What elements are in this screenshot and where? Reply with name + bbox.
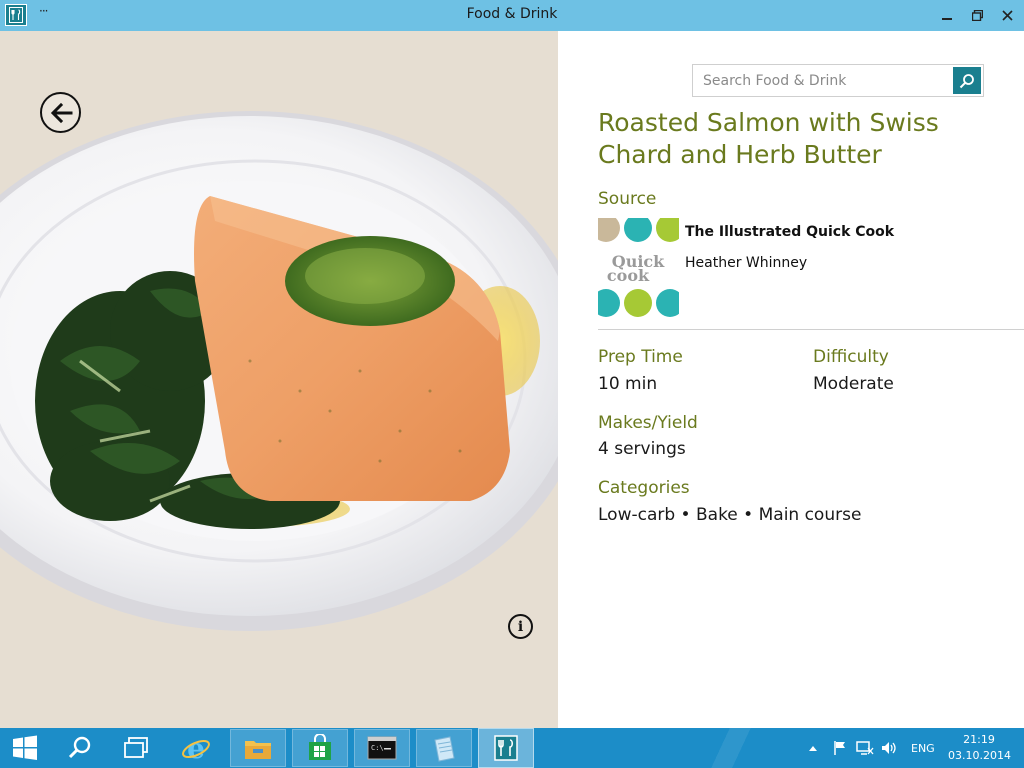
close-icon bbox=[1001, 9, 1013, 21]
categories-label: Categories bbox=[598, 478, 690, 498]
cover-title-line2: cook bbox=[607, 266, 650, 285]
yield-value: 4 servings bbox=[598, 439, 686, 459]
file-explorer-button[interactable] bbox=[230, 729, 286, 767]
source-author: Heather Whinney bbox=[685, 255, 808, 271]
title-bar: ··· Food & Drink bbox=[0, 0, 1024, 31]
file-explorer-icon bbox=[245, 741, 271, 759]
chevron-up-icon bbox=[809, 746, 817, 751]
yield-label: Makes/Yield bbox=[598, 413, 698, 433]
recipe-details-panel: Roasted Salmon with Swiss Chard and Herb… bbox=[558, 31, 1024, 728]
volume-button[interactable] bbox=[880, 728, 898, 768]
close-button[interactable] bbox=[998, 6, 1016, 24]
food-drink-taskbar-button[interactable] bbox=[478, 728, 534, 768]
task-view-button[interactable] bbox=[108, 728, 164, 768]
flag-icon bbox=[834, 741, 845, 755]
book-cover-art: Quick cook bbox=[598, 218, 679, 317]
food-and-drink-icon bbox=[494, 735, 518, 761]
svg-text:C:\: C:\ bbox=[371, 744, 384, 752]
clock-time: 21:19 bbox=[963, 733, 995, 746]
start-icon bbox=[13, 735, 37, 760]
internet-explorer-icon: e bbox=[182, 733, 210, 763]
back-arrow-icon bbox=[50, 102, 72, 123]
recipe-title: Roasted Salmon with Swiss Chard and Herb… bbox=[598, 108, 939, 169]
taskbar-search-button[interactable] bbox=[52, 728, 108, 768]
restore-button[interactable] bbox=[968, 6, 986, 24]
store-button[interactable] bbox=[292, 729, 348, 767]
action-center-button[interactable] bbox=[832, 728, 848, 768]
speaker-icon bbox=[882, 742, 896, 754]
window-title: Food & Drink bbox=[466, 6, 558, 22]
clock[interactable]: 21:19 03.10.2014 bbox=[948, 732, 1011, 764]
search-button[interactable] bbox=[953, 67, 981, 94]
network-button[interactable] bbox=[856, 728, 874, 768]
categories-value: Low-carb • Bake • Main course bbox=[598, 505, 862, 525]
notepad-button[interactable] bbox=[416, 729, 472, 767]
input-language-indicator[interactable]: ENG bbox=[911, 728, 935, 768]
clock-date: 03.10.2014 bbox=[948, 749, 1011, 762]
taskbar: e C:\ ENG 21:19 03.10.2014 bbox=[0, 728, 1024, 768]
recipe-photo: i bbox=[0, 31, 558, 728]
difficulty-value: Moderate bbox=[813, 374, 894, 394]
store-icon bbox=[309, 734, 331, 760]
show-hidden-icons-button[interactable] bbox=[808, 728, 818, 768]
prep-time-label: Prep Time bbox=[598, 347, 683, 367]
search-icon bbox=[959, 73, 974, 88]
source-label: Source bbox=[598, 189, 657, 209]
minimize-button[interactable] bbox=[938, 6, 956, 24]
back-button[interactable] bbox=[40, 92, 81, 133]
svg-text:e: e bbox=[187, 733, 205, 763]
search-input[interactable] bbox=[693, 65, 951, 96]
command-prompt-icon: C:\ bbox=[367, 736, 397, 760]
divider bbox=[598, 329, 1024, 330]
info-button[interactable]: i bbox=[508, 614, 533, 639]
source-book-title[interactable]: The Illustrated Quick Cook bbox=[685, 224, 894, 240]
start-button[interactable] bbox=[0, 728, 50, 768]
task-view-icon bbox=[124, 737, 148, 758]
salmon-dish-illustration bbox=[0, 31, 558, 728]
network-icon bbox=[856, 741, 874, 755]
info-icon: i bbox=[517, 618, 524, 635]
difficulty-label: Difficulty bbox=[813, 347, 889, 367]
search-icon bbox=[68, 736, 91, 759]
book-cover-image[interactable]: Quick cook bbox=[598, 218, 679, 317]
notepad-icon bbox=[434, 736, 455, 762]
search-box[interactable] bbox=[692, 64, 984, 97]
command-prompt-button[interactable]: C:\ bbox=[354, 729, 410, 767]
internet-explorer-button[interactable]: e bbox=[168, 728, 224, 768]
restore-icon bbox=[971, 9, 983, 21]
minimize-icon bbox=[942, 18, 952, 20]
prep-time-value: 10 min bbox=[598, 374, 658, 394]
